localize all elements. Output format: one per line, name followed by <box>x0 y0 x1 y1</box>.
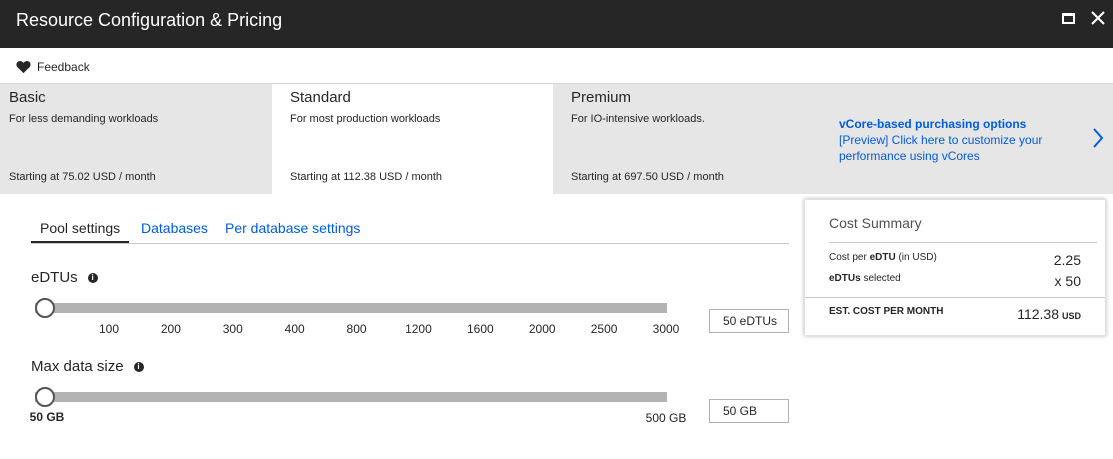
tier-price: Starting at 112.38 USD / month <box>290 171 443 183</box>
edtus-value-input[interactable]: 50 eDTUs <box>709 309 789 333</box>
est-cost-per-month-label: EST. COST PER MONTH <box>829 306 944 317</box>
heart-icon <box>16 60 31 74</box>
edtus-tick-label: 1600 <box>466 322 494 336</box>
edtus-tick-label: 3000 <box>652 322 680 336</box>
edtus-tick-label: 200 <box>160 322 181 336</box>
max-data-size-max-label: 500 GB <box>645 411 687 425</box>
cost-per-edtu-value: 2.25 <box>1053 252 1081 268</box>
chevron-right-icon[interactable] <box>1092 127 1104 149</box>
cost-summary-title: Cost Summary <box>829 215 922 231</box>
info-icon[interactable]: i <box>133 361 144 372</box>
toolbar: Feedback <box>0 48 1113 84</box>
feedback-button[interactable]: Feedback <box>16 59 90 75</box>
tier-name: Premium <box>571 89 632 106</box>
edtus-tick-label: 2000 <box>528 322 556 336</box>
max-data-size-label-row: Max data size i <box>31 358 144 375</box>
edtus-tick-label: 2500 <box>590 322 618 336</box>
vcore-options-link[interactable]: vCore-based purchasing options [Preview]… <box>839 116 1069 164</box>
feedback-label: Feedback <box>37 60 90 74</box>
settings-tabs: Pool settings Databases Per database set… <box>31 214 789 244</box>
tier-standard[interactable]: Standard For most production workloads S… <box>272 84 553 194</box>
edtus-slider-track[interactable] <box>35 303 667 313</box>
tier-basic[interactable]: Basic For less demanding workloads Start… <box>0 84 281 194</box>
max-data-size-slider-thumb[interactable] <box>35 387 55 407</box>
tier-description: For less demanding workloads <box>9 113 159 125</box>
divider <box>805 297 1105 298</box>
tab-pool-settings[interactable]: Pool settings <box>40 220 120 236</box>
vcore-title: vCore-based purchasing options <box>839 117 1027 131</box>
edtus-slider-thumb[interactable] <box>35 298 55 318</box>
vcore-description: [Preview] Click here to customize your p… <box>839 133 1043 163</box>
edtus-tick-label: 300 <box>222 322 243 336</box>
tier-description: For most production workloads <box>290 113 441 125</box>
info-icon[interactable]: i <box>87 272 98 283</box>
maximize-icon[interactable] <box>1062 13 1075 24</box>
active-tab-indicator <box>31 241 129 243</box>
close-icon[interactable] <box>1088 8 1108 28</box>
max-data-size-label: Max data size <box>31 358 124 375</box>
edtus-tick-label: 800 <box>346 322 367 336</box>
edtus-selected-label: eDTUs selected <box>829 273 901 284</box>
tab-per-database-settings[interactable]: Per database settings <box>225 220 360 236</box>
max-data-size-slider-track[interactable] <box>35 392 667 402</box>
tier-price: Starting at 697.50 USD / month <box>571 171 724 183</box>
cost-per-edtu-label: Cost per eDTU (in USD) <box>829 252 937 263</box>
edtus-label-row: eDTUs i <box>31 269 98 286</box>
divider <box>829 242 1097 243</box>
max-data-size-min-label: 50 GB <box>29 410 65 424</box>
max-data-size-value-input[interactable]: 50 GB <box>709 399 789 423</box>
tier-name: Standard <box>290 89 351 106</box>
tier-name: Basic <box>9 89 46 106</box>
est-cost-per-month-value: 112.38 USD <box>1017 306 1081 322</box>
edtus-tick-label: 400 <box>284 322 305 336</box>
edtus-tick-label: 100 <box>98 322 120 336</box>
edtus-selected-value: x 50 <box>1054 273 1081 289</box>
cost-summary-card: Cost Summary Cost per eDTU (in USD) 2.25… <box>804 199 1106 336</box>
window-title: Resource Configuration & Pricing <box>16 10 283 30</box>
pricing-tiers: Basic For less demanding workloads Start… <box>0 84 1113 194</box>
edtus-tick-label: 1200 <box>405 322 432 336</box>
tier-price: Starting at 75.02 USD / month <box>9 171 156 183</box>
tier-description: For IO-intensive workloads. <box>571 113 705 125</box>
tab-databases[interactable]: Databases <box>141 220 208 236</box>
edtus-label: eDTUs <box>31 269 78 286</box>
tier-premium[interactable]: Premium For IO-intensive workloads. Star… <box>553 84 834 194</box>
window-titlebar: Resource Configuration & Pricing <box>0 0 1113 48</box>
